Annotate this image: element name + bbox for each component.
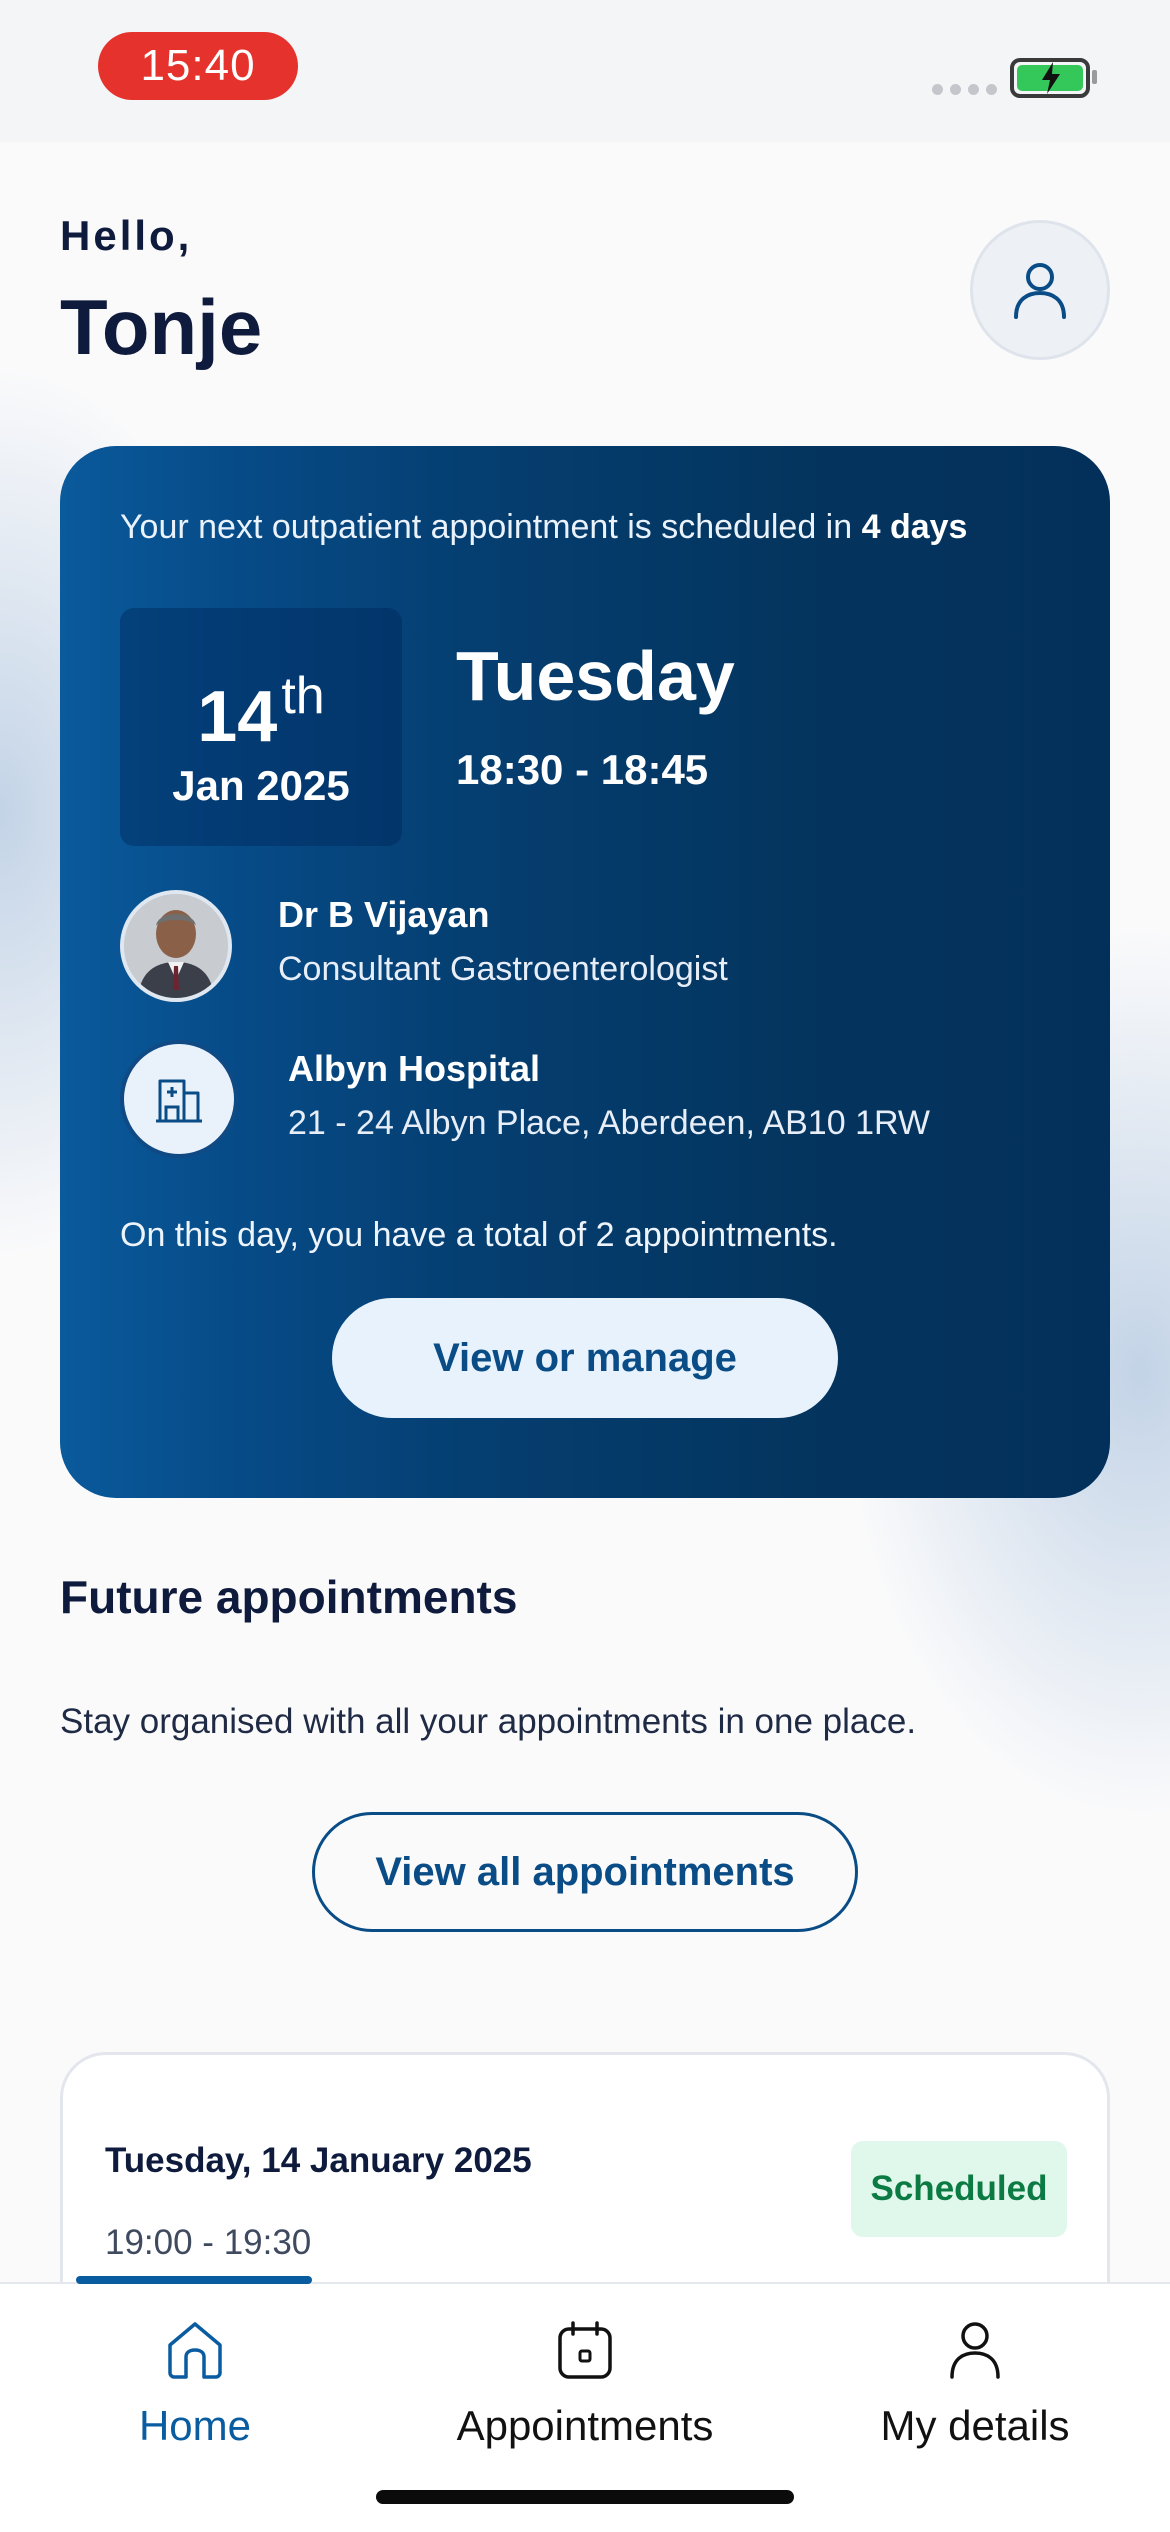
status-badge: Scheduled — [851, 2141, 1067, 2237]
tab-home-label: Home — [138, 2402, 252, 2449]
day-suffix: th — [281, 667, 325, 725]
tab-appointments-label: Appointments — [456, 2402, 714, 2449]
battery-nub — [1092, 70, 1097, 84]
home-indicator[interactable] — [376, 2490, 794, 2504]
doctor-role: Consultant Gastroenterologist — [278, 950, 728, 988]
hospital-icon — [156, 1079, 202, 1123]
appointment-weekday: Tuesday — [456, 637, 735, 715]
status-time: 15:40 — [98, 32, 298, 100]
appointment-date: Tuesday, 14 January 2025 — [105, 2141, 532, 2180]
tab-appointments[interactable]: Appointments — [390, 2298, 780, 2458]
next-appointment-card: Your next outpatient appointment is sche… — [60, 446, 1110, 1498]
hospital-icon-circle — [120, 1040, 238, 1158]
appointment-card[interactable]: Tuesday, 14 January 2025 19:00 - 19:30 S… — [60, 2052, 1110, 2282]
signal-icon — [932, 84, 997, 95]
appointment-time-range: 19:00 - 19:30 — [105, 2223, 312, 2262]
hospital-address: 21 - 24 Albyn Place, Aberdeen, AB10 1RW — [288, 1104, 931, 1142]
tab-home[interactable]: Home — [0, 2298, 390, 2458]
battery-icon — [1010, 58, 1090, 98]
tab-my-details[interactable]: My details — [780, 2298, 1170, 2458]
person-icon — [944, 2310, 1006, 2390]
calendar-icon — [554, 2310, 616, 2390]
charging-bolt-icon — [1042, 62, 1060, 94]
hospital-name: Albyn Hospital — [288, 1048, 541, 1089]
tab-my-details-label: My details — [880, 2402, 1070, 2449]
date-month-year: Jan 2025 — [172, 762, 350, 809]
appointment-time: 18:30 - 18:45 — [456, 746, 709, 793]
doctor-photo — [124, 894, 228, 998]
intro-text: Your next outpatient appointment is sche… — [120, 508, 862, 546]
view-or-manage-button[interactable]: View or manage — [332, 1298, 838, 1418]
date-day: 14th — [120, 666, 402, 758]
greeting-hello: Hello, — [60, 212, 193, 259]
days-until: 4 days — [861, 508, 968, 546]
day-number: 14 — [197, 677, 278, 757]
view-all-appointments-button[interactable]: View all appointments — [312, 1812, 858, 1932]
user-name: Tonje — [60, 283, 263, 371]
future-appointments-subtitle: Stay organised with all your appointment… — [60, 1702, 917, 1741]
future-appointments-title: Future appointments — [60, 1571, 518, 1623]
total-appointments-text: On this day, you have a total of 2 appoi… — [120, 1216, 838, 1254]
doctor-name: Dr B Vijayan — [278, 894, 490, 935]
home-screen: Hello, Tonje Your next outpatient appoin… — [0, 142, 1170, 2282]
next-appointment-intro: Your next outpatient appointment is sche… — [120, 508, 967, 547]
doctor-avatar — [120, 890, 232, 1002]
status-bar: 15:40 — [0, 0, 1170, 142]
profile-button[interactable] — [970, 220, 1110, 360]
date-box: 14th Jan 2025 — [120, 608, 402, 846]
person-icon — [1014, 263, 1066, 319]
home-icon — [164, 2310, 226, 2390]
active-tab-indicator — [76, 2276, 312, 2284]
